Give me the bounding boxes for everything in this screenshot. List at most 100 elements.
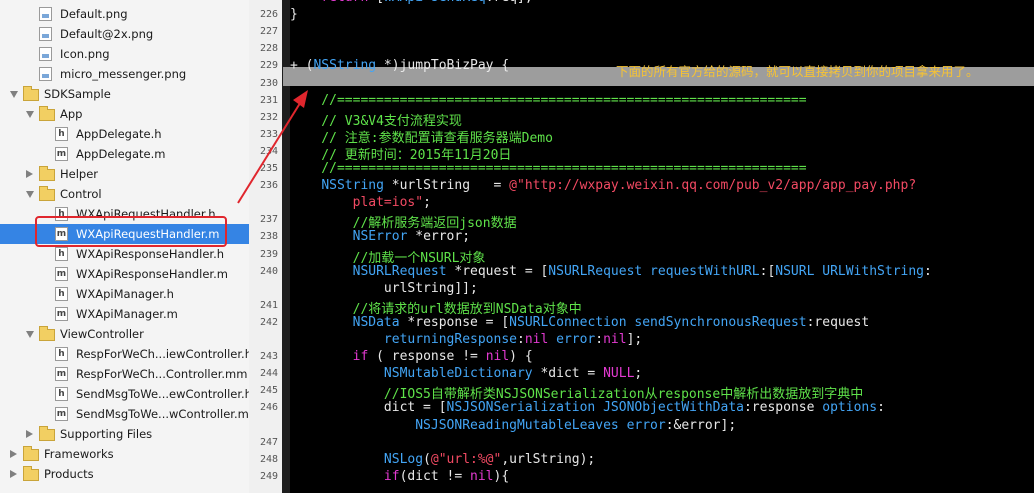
navigator-file[interactable]: m AppDelegate.m (0, 144, 249, 164)
code-token-type: NSJSONReadingMutableLeaves (415, 417, 619, 433)
navigator-group[interactable]: Supporting Files (0, 424, 249, 444)
image-file-icon (39, 7, 52, 21)
disclosure-closed-icon[interactable] (26, 430, 33, 438)
code-token-type: options (822, 400, 878, 416)
navigator-item-label: RespForWeCh...iewController.h (76, 347, 249, 361)
disclosure-open-icon[interactable] (10, 91, 18, 98)
code-token-type: NSLog (383, 451, 424, 467)
code-line[interactable]: dict = [NSJSONSerialization JSONObjectWi… (290, 400, 885, 415)
code-token-type: NSError (352, 229, 408, 245)
disclosure-open-icon[interactable] (26, 191, 34, 198)
disclosure-open-icon[interactable] (26, 111, 34, 118)
navigator-group[interactable]: Products (0, 464, 249, 484)
navigator-item-label: Default@2x.png (60, 27, 154, 41)
implementation-file-icon: m (55, 407, 68, 421)
line-number: 245 (259, 385, 278, 397)
code-line[interactable]: NSURLRequest *request = [NSURLRequest re… (290, 264, 932, 279)
disclosure-closed-icon[interactable] (26, 170, 33, 178)
navigator-item-label: Control (60, 187, 102, 201)
navigator-group[interactable]: ViewController (0, 324, 249, 344)
navigator-file[interactable]: m SendMsgToWe...wController.m (0, 404, 249, 424)
code-token-type: URLWithString (822, 263, 924, 279)
code-token-plain: :&error]; (665, 417, 737, 433)
code-line[interactable]: if(dict != nil){ (290, 469, 509, 484)
code-line[interactable]: //======================================… (290, 161, 806, 176)
image-file-icon (39, 27, 52, 41)
header-file-icon: h (55, 387, 68, 401)
navigator-file[interactable]: Default.png (0, 4, 249, 24)
navigator-file[interactable]: h AppDelegate.h (0, 124, 249, 144)
disclosure-closed-icon[interactable] (10, 450, 17, 458)
navigator-file[interactable]: h RespForWeCh...iewController.h (0, 344, 249, 364)
folder-icon (23, 446, 39, 461)
code-line[interactable]: returningResponse:nil error:nil]; (290, 332, 642, 347)
line-number: 232 (259, 111, 278, 123)
code-token-plain: : (877, 400, 885, 416)
folder-icon (23, 466, 39, 481)
code-token-plain: ( (423, 451, 431, 467)
navigator-file[interactable]: Default@2x.png (0, 24, 249, 44)
line-number: 243 (259, 351, 278, 363)
header-file-icon: h (55, 127, 68, 141)
disclosure-open-icon[interactable] (26, 331, 34, 338)
code-token-type: NSURLRequest (548, 263, 643, 279)
code-token-plain: + ( (290, 58, 314, 74)
code-line[interactable]: if ( response != nil) { (290, 349, 533, 364)
code-token-plain: urlString]]; (290, 280, 478, 296)
code-line[interactable]: NSData *response = [NSURLConnection send… (290, 315, 870, 330)
code-token-type: returningResponse (383, 332, 517, 347)
navigator-item-label: WXApiManager.h (76, 287, 174, 301)
code-line[interactable]: return [WXApi sendReq:req]; (290, 0, 532, 5)
navigator-file[interactable]: micro_messenger.png (0, 64, 249, 84)
line-number: 241 (259, 299, 278, 311)
line-number: 235 (259, 163, 278, 174)
navigator-group[interactable]: Helper (0, 164, 249, 184)
code-token-keyword: nil (524, 332, 549, 347)
header-file-icon: h (55, 287, 68, 301)
code-line[interactable]: //======================================… (290, 93, 806, 108)
header-file-icon: h (55, 247, 68, 261)
navigator-file[interactable]: Icon.png (0, 44, 249, 64)
code-line[interactable]: NSMutableDictionary *dict = NULL; (290, 366, 642, 381)
navigator-group[interactable]: Frameworks (0, 444, 249, 464)
navigator-file[interactable]: h WXApiResponseHandler.h (0, 244, 249, 264)
code-line[interactable]: NSString *urlString = @"http://wxpay.wei… (290, 178, 916, 193)
navigator-file[interactable]: h WXApiManager.h (0, 284, 249, 304)
navigator-group[interactable]: SDKSample (0, 84, 249, 104)
code-token-string: plat=ios" (290, 195, 424, 211)
navigator-item-label: Frameworks (44, 447, 114, 461)
navigator-file[interactable]: m WXApiResponseHandler.m (0, 264, 249, 284)
code-line[interactable]: } (290, 7, 298, 22)
navigator-file[interactable]: h SendMsgToWe...ewController.h (0, 384, 249, 404)
code-line[interactable]: + (NSString *)jumpToBizPay { (290, 58, 509, 73)
navigator-item-label: SendMsgToWe...wController.m (76, 407, 249, 421)
folder-icon (39, 166, 55, 181)
code-token-type: NSMutableDictionary (383, 366, 533, 382)
code-token-plain: ; (634, 366, 643, 382)
code-token-plain: *urlString = (383, 178, 510, 194)
navigator-group[interactable]: App (0, 104, 249, 124)
code-line[interactable]: urlString]]; (290, 281, 478, 296)
navigator-item-label: SDKSample (44, 87, 111, 101)
navigator-file[interactable]: m WXApiManager.m (0, 304, 249, 324)
code-line[interactable]: plat=ios"; (290, 195, 431, 210)
code-token-type: NSJSONSerialization (446, 400, 596, 416)
code-token-type: JSONObjectWithData (603, 400, 744, 416)
code-token-keyword: nil (603, 332, 627, 347)
code-token-keyword: nil (470, 468, 494, 484)
code-token-plain: :response (743, 400, 823, 416)
navigator-group[interactable]: Control (0, 184, 249, 204)
disclosure-closed-icon[interactable] (10, 470, 17, 478)
image-file-icon (39, 47, 52, 61)
navigator-item-label: WXApiResponseHandler.m (76, 267, 228, 281)
code-line[interactable]: NSLog(@"url:%@",urlString); (290, 452, 595, 467)
code-line[interactable]: NSJSONReadingMutableLeaves error:&error]… (290, 418, 736, 433)
code-line[interactable]: NSError *error; (290, 229, 470, 244)
navigator-file[interactable]: m RespForWeCh...Controller.mm (0, 364, 249, 384)
